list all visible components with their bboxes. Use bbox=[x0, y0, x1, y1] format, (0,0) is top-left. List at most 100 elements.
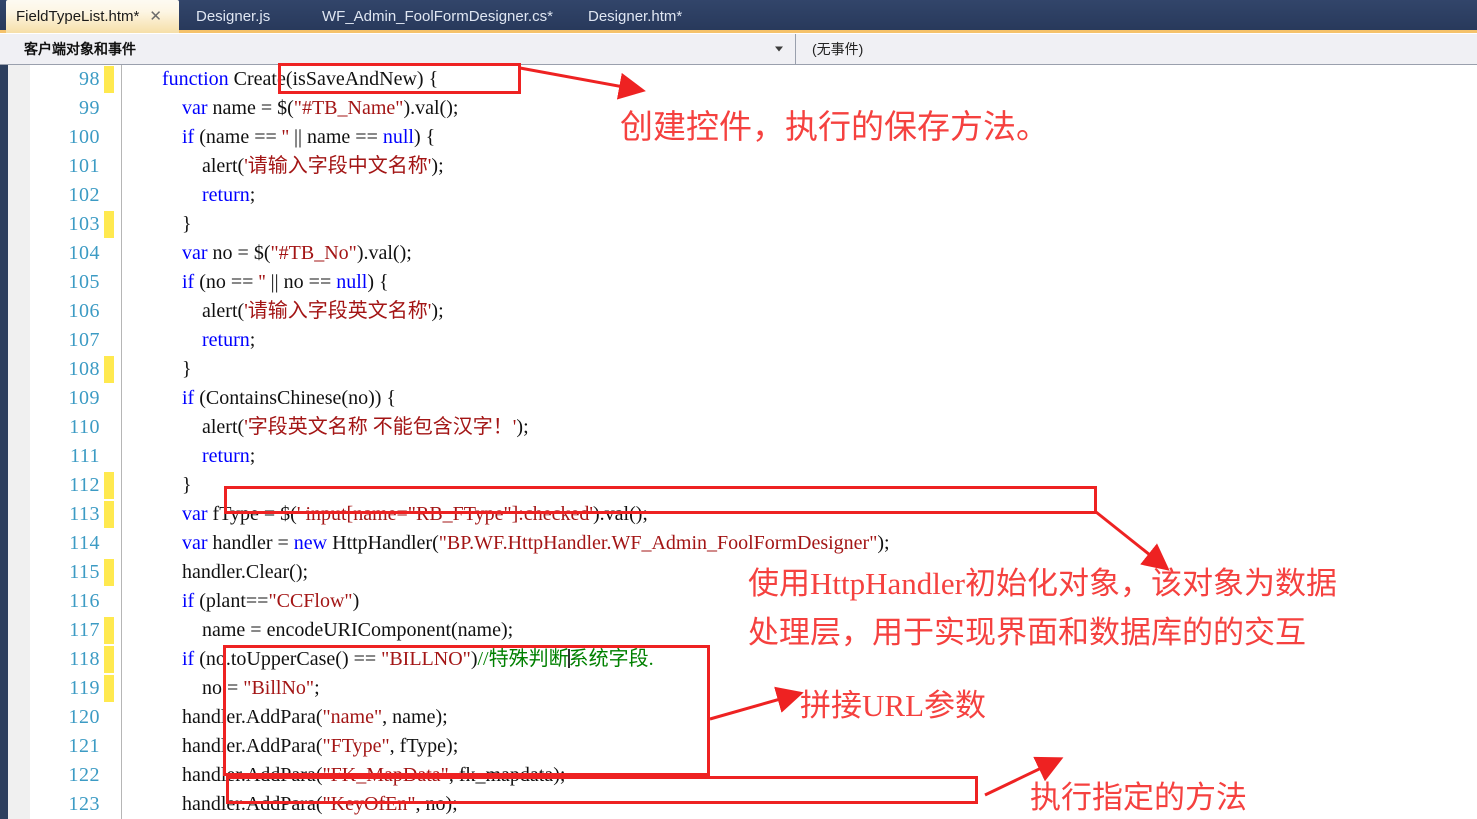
line-number: 115 bbox=[69, 561, 100, 583]
close-icon[interactable]: ✕ bbox=[149, 9, 162, 24]
line-number: 106 bbox=[68, 300, 100, 322]
change-indicator-bar bbox=[104, 66, 114, 93]
code-text: var name = $("#TB_Name").val(); bbox=[182, 97, 459, 119]
code-text: handler.AddPara("FK_MapData", fk_mapdata… bbox=[132, 764, 566, 786]
code-line[interactable]: 103 } bbox=[0, 210, 1477, 239]
code-text: if (plant=="CCFlow") bbox=[182, 590, 360, 612]
code-text: var no = $("#TB_No").val(); bbox=[182, 242, 412, 264]
code-line[interactable]: 113 var fType = $(' input[name="RB_FType… bbox=[0, 500, 1477, 529]
object-combobox-value: 客户端对象和事件 bbox=[24, 41, 136, 57]
line-number: 99 bbox=[79, 97, 100, 119]
code-line[interactable]: 119 no = "BillNo"; bbox=[0, 674, 1477, 703]
change-indicator-bar bbox=[104, 675, 114, 702]
code-line[interactable]: 120 handler.AddPara("name", name); bbox=[0, 703, 1477, 732]
code-line[interactable]: 121 handler.AddPara("FType", fType); bbox=[0, 732, 1477, 761]
event-combobox[interactable]: (无事件) bbox=[800, 34, 1470, 64]
line-number: 107 bbox=[68, 329, 100, 351]
code-line[interactable]: 109 if (ContainsChinese(no)) { bbox=[0, 384, 1477, 413]
line-number: 112 bbox=[69, 474, 100, 496]
annotation-text-httphandler-line1: 使用HttpHandler初始化对象，该对象为数据 bbox=[748, 566, 1337, 601]
change-indicator-bar bbox=[104, 356, 114, 383]
code-line[interactable]: 101 alert('请输入字段中文名称'); bbox=[0, 152, 1477, 181]
change-indicator-bar bbox=[104, 646, 114, 673]
line-number: 109 bbox=[68, 387, 100, 409]
document-tab-strip: FieldTypeList.htm* ✕ Designer.js WF_Admi… bbox=[0, 0, 1477, 33]
code-line[interactable]: 112 } bbox=[0, 471, 1477, 500]
code-line[interactable]: 108 } bbox=[0, 355, 1477, 384]
annotation-text-create-method: 创建控件，执行的保存方法。 bbox=[620, 110, 1049, 146]
line-number: 118 bbox=[69, 648, 100, 670]
tab-label: WF_Admin_FoolFormDesigner.cs* bbox=[322, 8, 553, 25]
code-text: } bbox=[132, 213, 192, 235]
code-text: } bbox=[132, 474, 192, 496]
annotation-text-url-params: 拼接URL参数 bbox=[800, 688, 986, 723]
line-number: 98 bbox=[79, 68, 100, 90]
line-number: 100 bbox=[68, 126, 100, 148]
code-text: return; bbox=[202, 329, 256, 351]
chevron-down-icon[interactable] bbox=[775, 46, 783, 52]
code-line[interactable]: 105 if (no == '' || no == null) { bbox=[0, 268, 1477, 297]
code-editor-surface[interactable]: 98 function Create(isSaveAndNew) { 99 var… bbox=[0, 65, 1477, 819]
annotation-text-execute-method: 执行指定的方法 bbox=[1030, 780, 1247, 815]
line-number: 108 bbox=[68, 358, 100, 380]
code-text: alert('请输入字段中文名称'); bbox=[132, 155, 444, 177]
tab-label: FieldTypeList.htm* bbox=[16, 8, 140, 25]
object-combobox[interactable]: 客户端对象和事件 bbox=[6, 34, 796, 64]
tab-designer-js[interactable]: Designer.js bbox=[186, 0, 280, 33]
visual-studio-editor-window: FieldTypeList.htm* ✕ Designer.js WF_Admi… bbox=[0, 0, 1477, 819]
code-line[interactable]: 111 return; bbox=[0, 442, 1477, 471]
code-text: var handler = new HttpHandler("BP.WF.Htt… bbox=[182, 532, 890, 554]
code-text: if (name == '' || name == null) { bbox=[182, 126, 436, 148]
line-number: 113 bbox=[69, 503, 100, 525]
tab-label: Designer.js bbox=[196, 8, 271, 25]
code-text: handler.AddPara("KeyOfEn", no); bbox=[132, 793, 458, 815]
line-number: 122 bbox=[68, 764, 100, 786]
code-text: if (no.toUpperCase() == "BILLNO")//特殊判断系… bbox=[182, 648, 654, 670]
code-text: if (no == '' || no == null) { bbox=[182, 271, 389, 293]
tab-fieldtypelist-htm[interactable]: FieldTypeList.htm* ✕ bbox=[6, 0, 179, 33]
code-text: return; bbox=[202, 445, 256, 467]
change-indicator-bar bbox=[104, 472, 114, 499]
code-text: } bbox=[132, 358, 192, 380]
code-text: no = "BillNo"; bbox=[132, 677, 320, 699]
code-line[interactable]: 107 return; bbox=[0, 326, 1477, 355]
line-number: 114 bbox=[69, 532, 100, 554]
code-text: if (ContainsChinese(no)) { bbox=[182, 387, 397, 409]
annotation-text-httphandler-line2: 处理层，用于实现界面和数据库的的交互 bbox=[748, 615, 1306, 650]
tab-designer-htm[interactable]: Designer.htm* bbox=[578, 0, 692, 33]
change-indicator-bar bbox=[104, 211, 114, 238]
code-line[interactable]: 114 var handler = new HttpHandler("BP.WF… bbox=[0, 529, 1477, 558]
code-line[interactable]: 122 handler.AddPara("FK_MapData", fk_map… bbox=[0, 761, 1477, 790]
line-number: 123 bbox=[68, 793, 100, 815]
line-number: 119 bbox=[69, 677, 100, 699]
line-number: 102 bbox=[68, 184, 100, 206]
tab-label: Designer.htm* bbox=[588, 8, 683, 25]
code-line[interactable]: 104 var no = $("#TB_No").val(); bbox=[0, 239, 1477, 268]
line-number: 116 bbox=[69, 590, 100, 612]
line-number: 105 bbox=[68, 271, 100, 293]
line-number: 117 bbox=[69, 619, 100, 641]
code-text: function Create(isSaveAndNew) { bbox=[162, 68, 439, 90]
code-text: var fType = $(' input[name="RB_FType"]:c… bbox=[182, 503, 648, 525]
tab-wf-admin-foolformdesigner-cs[interactable]: WF_Admin_FoolFormDesigner.cs* bbox=[312, 0, 563, 33]
line-number: 103 bbox=[68, 213, 100, 235]
code-text: return; bbox=[202, 184, 256, 206]
change-indicator-bar bbox=[104, 501, 114, 528]
code-line[interactable]: 106 alert('请输入字段英文名称'); bbox=[0, 297, 1477, 326]
code-line[interactable]: 110 alert('字段英文名称 不能包含汉字！'); bbox=[0, 413, 1477, 442]
code-text: name = encodeURIComponent(name); bbox=[132, 619, 514, 641]
line-number: 110 bbox=[69, 416, 100, 438]
code-text: alert('字段英文名称 不能包含汉字！'); bbox=[132, 416, 529, 438]
code-text: handler.AddPara("FType", fType); bbox=[132, 735, 459, 757]
code-lines-container: 98 function Create(isSaveAndNew) { 99 var… bbox=[0, 65, 1477, 819]
code-text: alert('请输入字段英文名称'); bbox=[132, 300, 444, 322]
change-indicator-bar bbox=[104, 559, 114, 586]
editor-navigation-bar: 客户端对象和事件 (无事件) bbox=[0, 33, 1477, 65]
code-text: handler.Clear(); bbox=[132, 561, 309, 583]
line-number: 104 bbox=[68, 242, 100, 264]
code-line[interactable]: 98 function Create(isSaveAndNew) { bbox=[0, 65, 1477, 94]
code-line[interactable]: 102 return; bbox=[0, 181, 1477, 210]
change-indicator-bar bbox=[104, 617, 114, 644]
code-line[interactable]: 123 handler.AddPara("KeyOfEn", no); bbox=[0, 790, 1477, 819]
line-number: 120 bbox=[68, 706, 100, 728]
